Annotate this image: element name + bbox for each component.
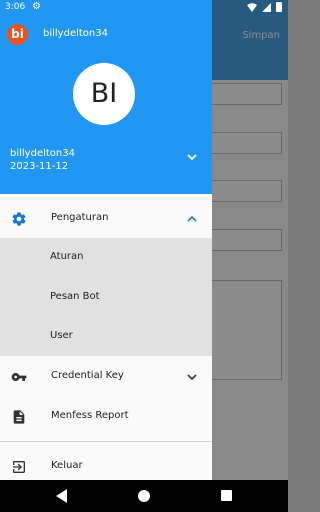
menu-item-logout[interactable]: Keluar — [0, 447, 212, 480]
document-icon — [13, 410, 25, 424]
submenu-item-user[interactable]: User — [0, 317, 212, 356]
menu-item-label: Credential Key — [51, 370, 124, 381]
submenu-item-rules[interactable]: Aturan — [0, 238, 212, 277]
submenu-item-label: Aturan — [50, 251, 84, 262]
drawer-header: bi billydelton34 BI billydelton34 2023-1… — [0, 0, 212, 194]
signal-icon — [262, 2, 271, 12]
menu-item-menfess-report[interactable]: Menfess Report — [0, 397, 212, 437]
status-time: 3:06 — [5, 2, 26, 12]
logout-icon — [13, 461, 25, 473]
settings-submenu: Aturan Pesan Bot User — [0, 238, 212, 356]
wifi-icon — [247, 2, 257, 12]
gear-icon — [12, 212, 26, 226]
back-icon[interactable] — [56, 489, 68, 503]
settings-icon: ⚙ — [32, 1, 41, 12]
submenu-item-label: Pesan Bot — [50, 291, 100, 302]
navigation-drawer: bi billydelton34 BI billydelton34 2023-1… — [0, 0, 212, 480]
account-name[interactable]: billydelton34 — [10, 148, 75, 159]
chevron-down-icon[interactable] — [186, 151, 198, 163]
menu-item-label: Pengaturan — [51, 212, 109, 223]
battery-icon — [276, 2, 282, 12]
status-icons — [247, 2, 282, 12]
menu-item-settings[interactable]: Pengaturan — [0, 199, 212, 239]
header-username: billydelton34 — [43, 28, 108, 39]
submenu-item-bot-messages[interactable]: Pesan Bot — [0, 278, 212, 317]
avatar[interactable]: BI — [73, 63, 135, 125]
app-logo: bi — [7, 24, 28, 45]
navigation-bar — [0, 480, 288, 512]
submenu-item-label: User — [50, 330, 73, 341]
key-icon — [11, 373, 27, 381]
menu-divider — [0, 441, 212, 442]
chevron-up-icon — [187, 215, 197, 222]
menu-item-label: Keluar — [51, 460, 83, 471]
recents-icon[interactable] — [221, 490, 232, 501]
status-bar: 3:06 ⚙ — [0, 0, 288, 16]
menu-item-label: Menfess Report — [51, 410, 129, 421]
menu-item-credential-key[interactable]: Credential Key — [0, 357, 212, 397]
home-icon[interactable] — [138, 490, 150, 502]
chevron-down-icon — [187, 374, 197, 381]
account-date: 2023-11-12 — [10, 161, 69, 172]
